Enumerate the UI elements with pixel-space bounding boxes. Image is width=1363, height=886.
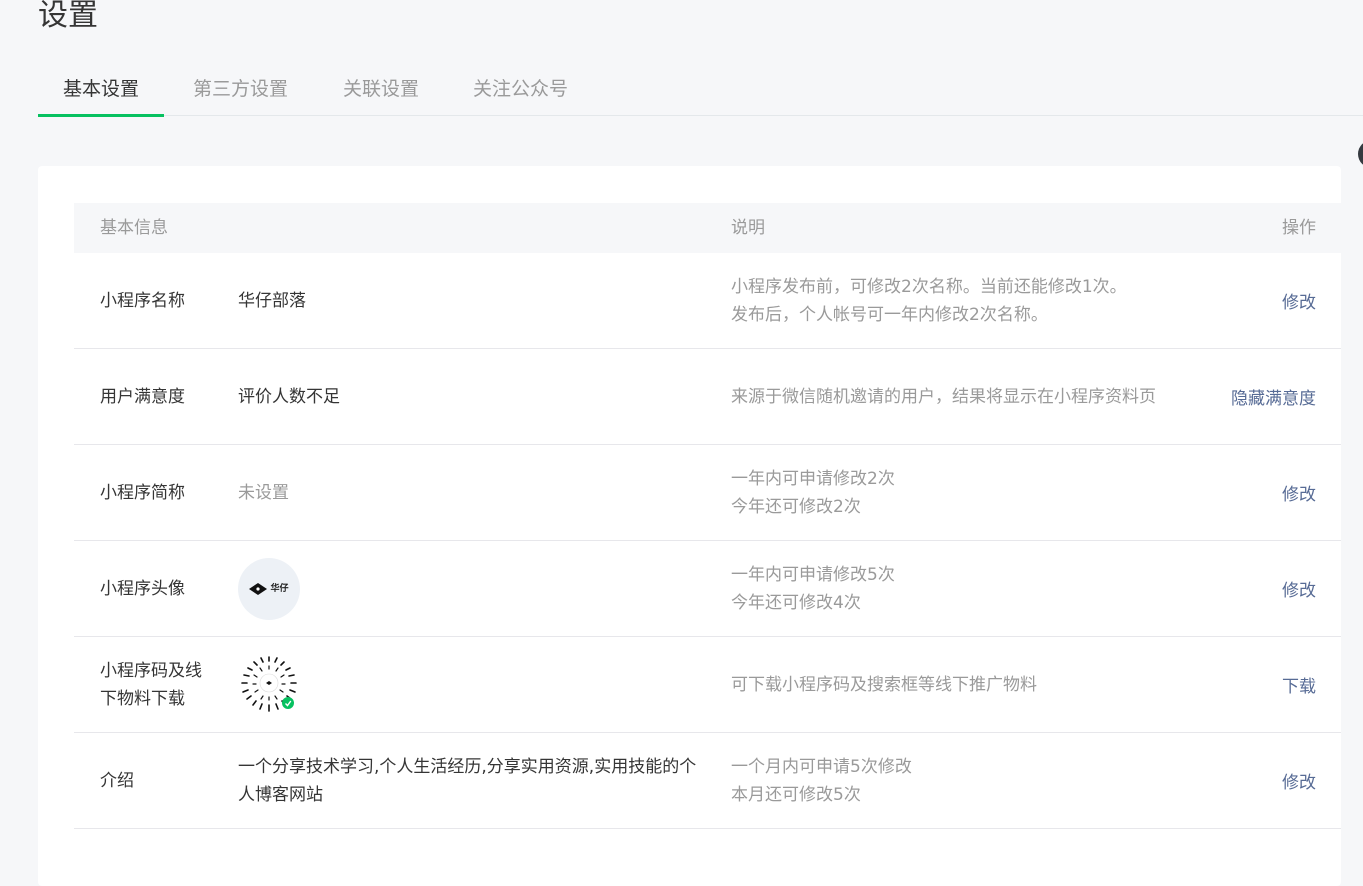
description-line: 可下载小程序码及搜索框等线下推广物料 [731,674,1037,695]
description-line: 小程序发布前，可修改2次名称。当前还能修改1次。 [731,276,1127,297]
description-line: 发布后，个人帐号可一年内修改2次名称。 [731,304,1048,325]
modify-intro-link[interactable]: 修改 [1282,733,1316,828]
row-description: 可下载小程序码及搜索框等线下推广物料 [731,637,1161,732]
row-value: 一个分享技术学习,个人生活经历,分享实用资源,实用技能的个人博客网站 [238,756,697,805]
table-row: 介绍 一个分享技术学习,个人生活经历,分享实用资源,实用技能的个人博客网站 一个… [74,733,1341,829]
tab-third-party-settings[interactable]: 第三方设置 [193,64,288,115]
header-action: 操作 [1282,218,1316,238]
description-line: 一个月内可申请5次修改 [731,756,912,777]
avatar-text: 华仔 [270,583,289,594]
row-description: 小程序发布前，可修改2次名称。当前还能修改1次。 发布后，个人帐号可一年内修改2… [731,253,1161,348]
row-description: 一个月内可申请5次修改 本月还可修改5次 [731,733,1161,828]
table-row: 小程序简称 未设置 一年内可申请修改2次 今年还可修改2次 修改 [74,445,1341,541]
row-label: 小程序名称 [100,290,185,311]
description-line: 今年还可修改2次 [731,496,861,517]
description-line: 本月还可修改5次 [731,784,861,805]
basic-info-card: 基本信息 说明 操作 小程序名称 华仔部落 小程序发布前，可修改2次名称。当前还… [38,166,1341,886]
page-title: 设置 [38,0,98,33]
modify-name-link[interactable]: 修改 [1282,253,1316,348]
row-value: 华仔 [238,541,718,636]
settings-tabs: 基本设置 第三方设置 关联设置 关注公众号 [37,64,1363,117]
modify-short-name-link[interactable]: 修改 [1282,445,1316,540]
table-row: 小程序码及线下物料下载 可下载小程序码及搜索框等线下推广物料 下载 [74,637,1341,733]
modify-avatar-link[interactable]: 修改 [1282,541,1316,636]
header-description: 说明 [731,218,765,238]
download-link[interactable]: 下载 [1282,637,1316,732]
description-line: 一年内可申请修改2次 [731,468,895,489]
table-row: 小程序头像 华仔 一年内可申请修改5次 今年还可修改4次 修改 [74,541,1341,637]
row-description: 来源于微信随机邀请的用户，结果将显示在小程序资料页 [731,349,1156,444]
avatar-icon: 华仔 [238,557,300,620]
row-value: 评价人数不足 [238,386,340,407]
row-description: 一年内可申请修改5次 今年还可修改4次 [731,541,1161,636]
description-line: 来源于微信随机邀请的用户，结果将显示在小程序资料页 [731,386,1156,407]
row-label: 用户满意度 [100,386,185,407]
mini-program-code-icon [241,655,297,712]
row-value [238,637,718,732]
row-label: 介绍 [100,770,134,791]
row-label: 小程序码及线下物料下载 [100,660,202,709]
tab-association-settings[interactable]: 关联设置 [343,64,419,115]
row-value: 华仔部落 [238,290,306,311]
row-label: 小程序头像 [100,578,185,599]
header-basic-info: 基本信息 [100,218,168,238]
table-row: 小程序名称 华仔部落 小程序发布前，可修改2次名称。当前还能修改1次。 发布后，… [74,253,1341,349]
tab-follow-official-account[interactable]: 关注公众号 [473,64,568,115]
table-row: 用户满意度 评价人数不足 来源于微信随机邀请的用户，结果将显示在小程序资料页 隐… [74,349,1341,445]
row-label: 小程序简称 [100,482,185,503]
tab-basic-settings[interactable]: 基本设置 [37,64,165,117]
row-value: 未设置 [238,482,289,503]
floating-button[interactable] [1358,140,1363,168]
row-description: 一年内可申请修改2次 今年还可修改2次 [731,445,1161,540]
description-line: 一年内可申请修改5次 [731,564,895,585]
description-line: 今年还可修改4次 [731,592,861,613]
table-header: 基本信息 说明 操作 [74,203,1341,253]
hide-satisfaction-link[interactable]: 隐藏满意度 [1231,349,1316,444]
logo-mark-icon [249,582,268,595]
